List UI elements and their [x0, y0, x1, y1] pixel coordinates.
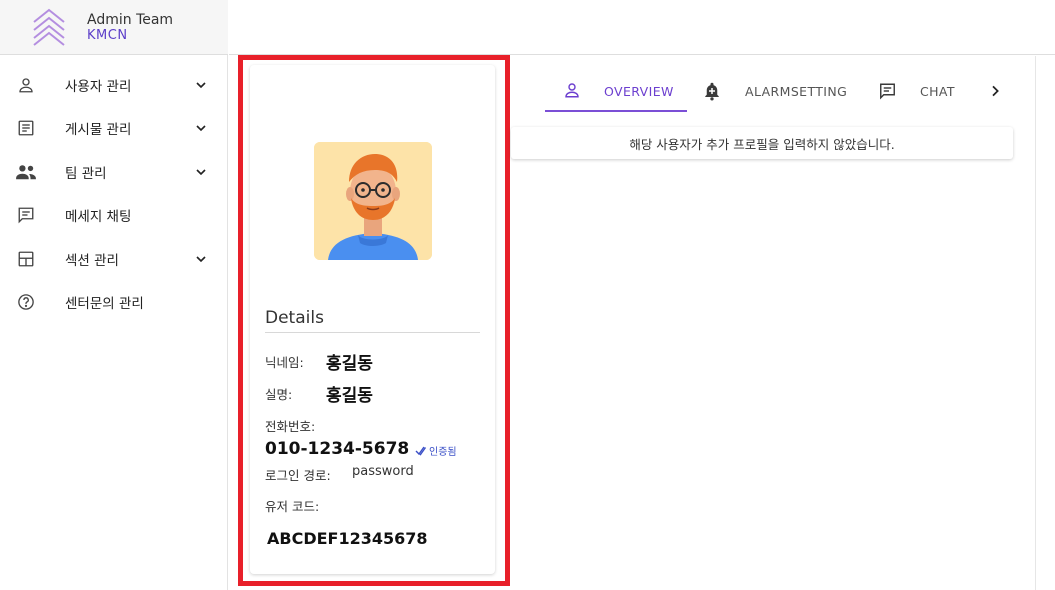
chat-icon: [878, 82, 897, 104]
sidebar-item-message-chat[interactable]: 메세지 채팅: [0, 194, 228, 238]
profile-card: Details 닉네임: 홍길동 실명: 홍길동 전화번호: 010-1234-…: [250, 65, 495, 574]
sidebar-item-section-management[interactable]: 섹션 관리: [0, 237, 228, 281]
avatar: [314, 142, 432, 260]
realname-value: 홍길동: [326, 386, 373, 406]
avatar-image: [314, 142, 432, 260]
chat-icon: [15, 204, 37, 226]
article-icon: [15, 117, 37, 139]
phone-value: 010-1234-5678: [265, 439, 410, 459]
brand-subtitle: KMCN: [87, 28, 128, 43]
sidebar-item-label: 사용자 관리: [65, 78, 132, 95]
tab-overview[interactable]: OVERVIEW: [545, 72, 687, 112]
top-bar: [229, 0, 1055, 55]
tab-label: CHAT: [920, 84, 955, 99]
sidebar-item-label: 섹션 관리: [65, 252, 119, 269]
brand-logo-icon: [33, 8, 65, 46]
user-code-value: ABCDEF12345678: [267, 529, 428, 548]
chevron-down-icon[interactable]: [193, 77, 209, 93]
login-route-value: password: [352, 464, 414, 479]
realname-label: 실명:: [265, 387, 293, 402]
tab-label: ALARMSETTING: [745, 84, 848, 99]
help-icon: [15, 291, 37, 313]
sidebar-item-team-management[interactable]: 팀 관리: [0, 150, 228, 194]
details-title: Details: [265, 308, 324, 328]
bell-plus-icon: [703, 81, 721, 105]
tab-label: OVERVIEW: [604, 84, 674, 99]
profile-tabs: OVERVIEW ALARMSETTING CHAT: [545, 72, 1015, 114]
brand-header[interactable]: Admin Team KMCN: [0, 0, 228, 55]
no-profile-notice: 해당 사용자가 추가 프로필을 입력하지 않았습니다.: [511, 127, 1013, 159]
nickname-value: 홍길동: [326, 354, 373, 374]
phone-label: 전화번호:: [265, 419, 316, 434]
sidebar: Admin Team KMCN 사용자 관리 게시물 관리 팀 관리 메세지 채…: [0, 0, 228, 590]
double-check-icon: [415, 446, 427, 456]
sidebar-item-label: 게시물 관리: [65, 122, 132, 139]
details-divider: [265, 332, 480, 333]
chevron-down-icon[interactable]: [193, 164, 209, 180]
sidebar-item-label: 메세지 채팅: [65, 209, 132, 226]
tab-alarmsetting[interactable]: ALARMSETTING: [700, 72, 850, 112]
nickname-label: 닉네임:: [265, 355, 304, 370]
login-route-label: 로그인 경로:: [265, 468, 331, 483]
brand-title: Admin Team: [87, 12, 174, 28]
sidebar-item-center-inquiry[interactable]: 센터문의 관리: [0, 281, 228, 325]
sidebar-menu: 사용자 관리 게시물 관리 팀 관리 메세지 채팅 섹션 관리 센터문의 관리: [0, 63, 228, 324]
chevron-down-icon[interactable]: [193, 251, 209, 267]
chevron-right-icon[interactable]: [987, 83, 1003, 99]
sidebar-item-post-management[interactable]: 게시물 관리: [0, 107, 228, 151]
user-icon: [15, 74, 37, 96]
sidebar-item-label: 센터문의 관리: [65, 296, 144, 313]
active-tab-indicator: [545, 110, 687, 112]
verified-badge: 인증됨: [415, 443, 457, 458]
group-icon: [15, 161, 37, 183]
verified-text: 인증됨: [429, 447, 457, 458]
sidebar-item-user-management[interactable]: 사용자 관리: [0, 63, 228, 107]
layout-icon: [15, 248, 37, 270]
sidebar-item-label: 팀 관리: [65, 165, 107, 182]
user-icon: [563, 81, 581, 103]
chevron-down-icon[interactable]: [193, 120, 209, 136]
user-code-label: 유저 코드:: [265, 499, 320, 514]
tab-chat[interactable]: CHAT: [875, 72, 965, 112]
